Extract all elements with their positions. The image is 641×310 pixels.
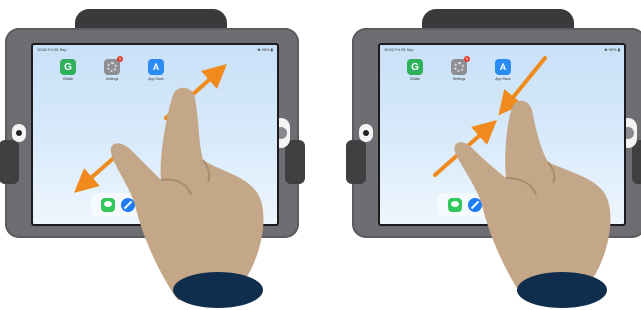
arrow-pinch-down-icon	[498, 56, 547, 116]
zoom-out-panel: 10:52 Fri 25 Sep ❀ 99% ▮ G GMath 1 Setti…	[346, 0, 641, 310]
gesture-overlay	[433, 56, 611, 308]
hand-icon	[110, 87, 264, 308]
sleeve	[173, 272, 263, 308]
zoom-in-panel: 10:52 Fri 25 Sep ❀ 99% ▮ G GMath 1 Setti…	[0, 0, 305, 310]
hand-icon	[454, 100, 611, 308]
gesture-overlay	[73, 64, 264, 308]
sleeve	[517, 272, 607, 308]
